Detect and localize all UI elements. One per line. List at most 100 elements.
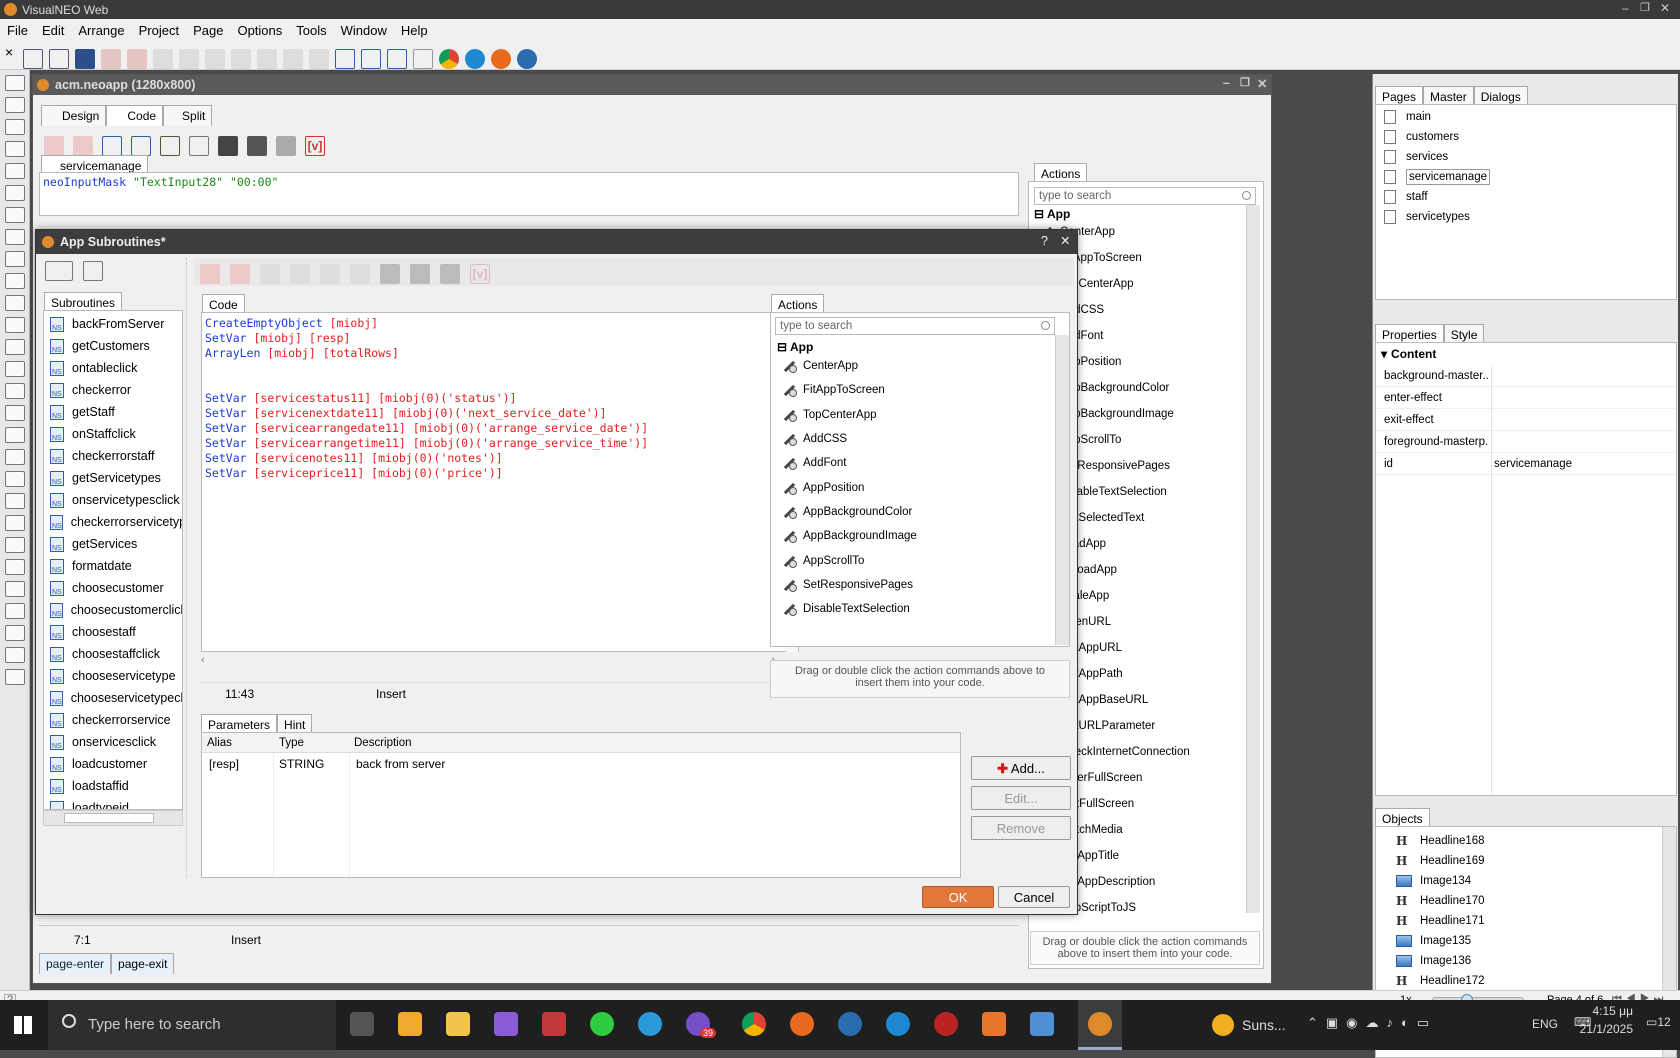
telegram-icon[interactable]: [638, 1012, 662, 1036]
list-item[interactable]: NS loadtypeid: [44, 797, 182, 809]
cancel-button[interactable]: Cancel: [998, 886, 1070, 908]
tab-page-exit[interactable]: page-exit: [111, 953, 175, 974]
close-icon[interactable]: ✕: [1660, 1, 1670, 15]
visual-studio-icon[interactable]: [494, 1012, 518, 1036]
panel-tool-icon[interactable]: [5, 141, 25, 157]
chrome-icon[interactable]: [439, 49, 459, 69]
list-item[interactable]: NS onservicesclick: [44, 731, 182, 753]
action-item[interactable]: CenterApp: [771, 354, 1041, 378]
actions-scrollbar[interactable]: [1246, 205, 1260, 913]
undo-icon[interactable]: [44, 136, 64, 156]
headline-tool-icon[interactable]: [5, 163, 25, 179]
property-row[interactable]: exit-effect: [1376, 409, 1676, 431]
object-item[interactable]: Image136: [1376, 951, 1676, 971]
check-tool-icon[interactable]: [5, 273, 25, 289]
object-item[interactable]: Image135: [1376, 931, 1676, 951]
replace-icon[interactable]: [440, 264, 460, 284]
find-icon[interactable]: [218, 136, 238, 156]
list-item[interactable]: NS choosecustomer: [44, 577, 182, 599]
dialog-help-icon[interactable]: ?: [1041, 234, 1048, 248]
new-page-icon[interactable]: [23, 49, 43, 69]
clock-tool-icon[interactable]: [5, 559, 25, 575]
tab-design[interactable]: Design: [41, 105, 107, 126]
cut-icon[interactable]: [102, 136, 122, 156]
language-indicator[interactable]: ENG: [1532, 1017, 1558, 1031]
list-item[interactable]: NS checkerrorservicetyp: [44, 511, 182, 533]
list-item[interactable]: NS getCustomers: [44, 335, 182, 357]
store-icon[interactable]: [398, 1012, 422, 1036]
tray-icons[interactable]: ⌃▣◉☁♪◐▭: [1307, 1015, 1437, 1031]
map-tool-icon[interactable]: [5, 647, 25, 663]
menu-item-file[interactable]: File: [0, 19, 35, 38]
page-icon[interactable]: [413, 49, 433, 69]
table-row[interactable]: [resp] STRING back from server: [202, 753, 960, 775]
menu-item-help[interactable]: Help: [394, 19, 435, 38]
preview-icon[interactable]: [361, 49, 381, 69]
find-next-icon[interactable]: [247, 136, 267, 156]
firefox-icon[interactable]: [790, 1012, 814, 1036]
list-tool-icon[interactable]: [5, 339, 25, 355]
minimize-icon[interactable]: –: [1622, 1, 1629, 15]
find-icon[interactable]: [380, 264, 400, 284]
menu-item-edit[interactable]: Edit: [35, 19, 71, 38]
paragraph-tool-icon[interactable]: [5, 185, 25, 201]
clock-date[interactable]: 21/1/2025: [1563, 1022, 1633, 1036]
tab-page-enter[interactable]: page-enter: [39, 953, 112, 974]
add-parameter-button[interactable]: ✚ Add...: [971, 756, 1071, 780]
publish-icon[interactable]: [387, 49, 407, 69]
content-section[interactable]: ▾ Content: [1376, 343, 1676, 365]
time-tool-icon[interactable]: [5, 449, 25, 465]
clock-time[interactable]: 4:15 μμ: [1573, 1004, 1633, 1018]
notification-center[interactable]: ▭12: [1646, 1015, 1671, 1029]
action-item[interactable]: TopCenterApp: [771, 403, 1041, 427]
redo-icon[interactable]: [73, 136, 93, 156]
doc-close-icon[interactable]: ✕: [1257, 76, 1267, 91]
whatsapp-icon[interactable]: [590, 1012, 614, 1036]
copy-icon[interactable]: [179, 49, 199, 69]
dialog-close-icon[interactable]: ✕: [1060, 233, 1070, 248]
image-tool-icon[interactable]: [5, 207, 25, 223]
pointer-tool-icon[interactable]: [5, 75, 25, 91]
list-item[interactable]: NS checkerrorservice: [44, 709, 182, 731]
menu-item-page[interactable]: Page: [186, 19, 230, 38]
list-item[interactable]: NS onStaffclick: [44, 423, 182, 445]
textarea-tool-icon[interactable]: [5, 493, 25, 509]
weather-text[interactable]: Suns...: [1242, 1017, 1286, 1033]
open-icon[interactable]: [49, 49, 69, 69]
list-item[interactable]: NS loadcustomer: [44, 753, 182, 775]
menu-item-tools[interactable]: Tools: [289, 19, 333, 38]
list-item[interactable]: NS choosecustomerclick: [44, 599, 182, 621]
undo-icon[interactable]: [200, 264, 220, 284]
list-item[interactable]: NS checkerrorstaff: [44, 445, 182, 467]
tab-code[interactable]: Code: [106, 105, 164, 126]
action-item[interactable]: AppBackgroundImage: [771, 524, 1041, 548]
actions-group-app[interactable]: ⊟ App: [777, 340, 813, 354]
windows-start-icon[interactable]: [14, 1016, 32, 1034]
action-item[interactable]: AddFont: [771, 451, 1041, 475]
copy-subroutine-icon[interactable]: [83, 261, 103, 281]
action-item[interactable]: SetResponsivePages: [771, 573, 1041, 597]
rectangle-tool-icon[interactable]: [5, 119, 25, 135]
list-item[interactable]: NS checkerror: [44, 379, 182, 401]
replace-icon[interactable]: [276, 136, 296, 156]
page-item[interactable]: staff: [1376, 187, 1676, 207]
object-item[interactable]: Image134: [1376, 871, 1676, 891]
undo-icon[interactable]: [101, 49, 121, 69]
edge-icon[interactable]: [465, 49, 485, 69]
doc-restore-icon[interactable]: ❐: [1240, 76, 1250, 89]
find-next-icon[interactable]: [410, 264, 430, 284]
menu-item-arrange[interactable]: Arrange: [71, 19, 131, 38]
copy-icon[interactable]: [131, 136, 151, 156]
edge-icon[interactable]: [886, 1012, 910, 1036]
object-item[interactable]: H Headline169: [1376, 851, 1676, 871]
color-tool-icon[interactable]: [5, 405, 25, 421]
edit-parameter-button[interactable]: Edit...: [971, 786, 1071, 810]
list-item[interactable]: NS getServicetypes: [44, 467, 182, 489]
variables-icon[interactable]: [v]: [470, 264, 490, 284]
delete-icon[interactable]: [231, 49, 251, 69]
browser-icon[interactable]: [838, 1012, 862, 1036]
trash-icon[interactable]: [350, 264, 370, 284]
cut-icon[interactable]: [153, 49, 173, 69]
dialog-actions-search[interactable]: type to search: [775, 317, 1055, 335]
radio-tool-icon[interactable]: [5, 295, 25, 311]
